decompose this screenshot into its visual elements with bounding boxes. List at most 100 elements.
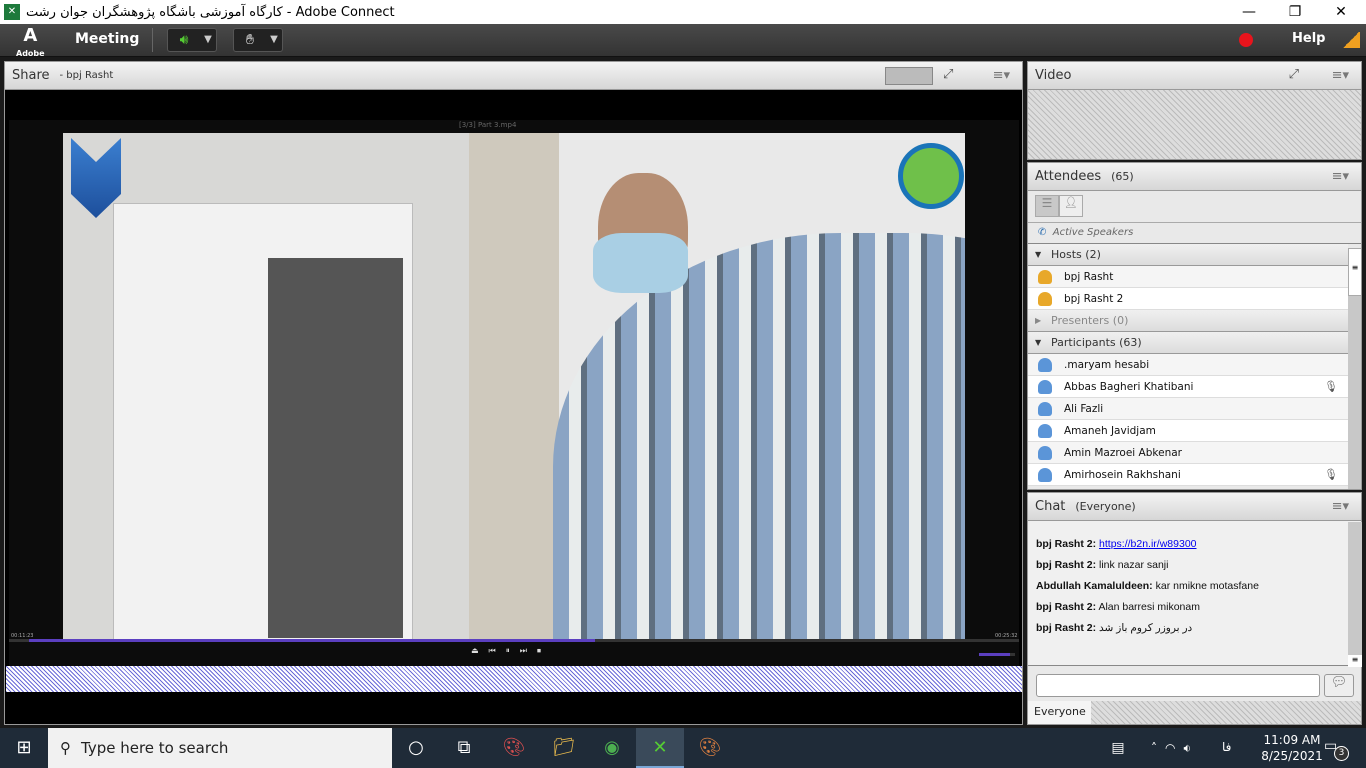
task-view-icon[interactable]: ⧉	[440, 728, 488, 768]
hosts-group[interactable]: ▼ Hosts (2)	[1028, 244, 1348, 266]
chevron-down-icon[interactable]: ▼	[200, 29, 216, 51]
chat-pod: Chat (Everyone) ≡▾ bpj Rasht 2: https://b2…	[1027, 492, 1362, 725]
notifications-icon[interactable]: ▭ 3	[1324, 738, 1349, 761]
pod-menu-icon[interactable]: ≡▾	[1332, 499, 1349, 514]
start-button[interactable]: ⊞	[0, 728, 48, 768]
host-icon	[1038, 291, 1052, 306]
hosts-list: bpj Rasht bpj Rasht 2	[1028, 266, 1348, 310]
collapsed-icon: ▶	[1035, 316, 1042, 325]
list-item[interactable]: Amaneh Javidjam	[1028, 420, 1348, 442]
participants-group[interactable]: ▼ Participants (63)	[1028, 332, 1348, 354]
list-item[interactable]: Abbas Bagheri Khatibani 🎙︎	[1028, 376, 1348, 398]
list-item[interactable]: bpj Rasht 2	[1028, 288, 1348, 310]
list-item[interactable]: Ali Fazli	[1028, 398, 1348, 420]
seek-bar[interactable]	[9, 639, 1019, 642]
tab-everyone[interactable]: Everyone	[1028, 701, 1091, 724]
chat-scope: (Everyone)	[1075, 500, 1136, 513]
meeting-menu[interactable]: Meeting	[75, 31, 139, 47]
list-view-icon[interactable]: ☰	[1035, 195, 1059, 217]
paint-app-icon[interactable]: 🎨︎	[490, 728, 538, 768]
scrollbar[interactable]: ≡	[1348, 248, 1361, 489]
chat-text: Alan barresi mikonam	[1098, 601, 1200, 613]
participant-icon	[1038, 379, 1052, 394]
chat-sender: bpj Rasht 2:	[1036, 538, 1097, 550]
system-tray-icons[interactable]: ˄◠🔉︎	[1130, 728, 1220, 768]
participant-icon	[1038, 401, 1052, 416]
chat-text: link nazar sanji	[1099, 559, 1169, 571]
adobe-connect-taskbar-icon[interactable]: ✕	[636, 728, 684, 768]
expanded-icon: ▼	[1035, 250, 1042, 259]
attendee-list: ▼ Hosts (2) bpj Rasht bpj Rasht 2 ▶ Presen…	[1028, 244, 1348, 486]
chat-message: bpj Rasht 2: link nazar sanji	[1036, 559, 1341, 571]
close-button[interactable]: ✕	[1318, 0, 1364, 24]
playback-controls[interactable]: ⏏⏮⏸⏭⏹	[471, 646, 551, 656]
chat-message: bpj Rasht 2: در بروزر کروم باز شد	[1036, 622, 1341, 634]
chevron-down-icon[interactable]: ▼	[266, 29, 282, 51]
watermark-logo	[898, 143, 964, 209]
total-time: 00:25:32	[995, 633, 1018, 639]
view-mode-toggle[interactable]	[885, 67, 933, 85]
microphone-icon: 🎙︎	[1324, 468, 1338, 481]
language-indicator[interactable]: فا	[1222, 740, 1231, 754]
presenters-group[interactable]: ▶ Presenters (0)	[1028, 310, 1348, 332]
share-pod-header: Share - bpj Rasht ⤢ ≡▾	[5, 62, 1022, 90]
chrome-icon[interactable]: ◉	[588, 728, 636, 768]
adobe-logo: A Adobe	[16, 25, 45, 59]
media-player: [3/3] Part 3.mp4 00:11:23 00:25:32 ⏏⏮⏸⏭⏹	[9, 120, 1019, 666]
paint-app-icon[interactable]: 🎨︎	[686, 728, 734, 768]
app-icon: ✕	[4, 4, 20, 20]
fullscreen-icon[interactable]: ⤢	[1289, 67, 1299, 82]
presenter-person	[553, 233, 965, 639]
chat-sender: bpj Rasht 2:	[1036, 559, 1097, 571]
player-file-label: [3/3] Part 3.mp4	[459, 121, 517, 129]
video-area	[1028, 90, 1361, 159]
title-bar: ✕ کارگاه آموزشی باشگاه پژوهشگران جوان رش…	[0, 0, 1366, 24]
chat-title: Chat	[1035, 499, 1066, 514]
raise-hand-button[interactable]: ✋︎ ▼	[233, 28, 283, 52]
chat-sender: bpj Rasht 2:	[1036, 622, 1097, 634]
attendees-title: Attendees	[1035, 169, 1102, 184]
pod-menu-icon[interactable]: ≡▾	[1332, 68, 1349, 83]
volume-slider[interactable]	[979, 653, 1015, 656]
mobile-participant-icon	[1038, 445, 1052, 460]
chat-message: bpj Rasht 2: Alan barresi mikonam	[1036, 601, 1341, 613]
participant-icon	[1038, 423, 1052, 438]
host-icon	[1038, 269, 1052, 284]
chat-link[interactable]: https://b2n.ir/w89300	[1099, 538, 1196, 550]
chat-input[interactable]	[1036, 674, 1320, 697]
speaker-button[interactable]: 🔊︎ ▼	[167, 28, 217, 52]
chat-text: در بروزر کروم باز شد	[1099, 622, 1193, 634]
window-title: کارگاه آموزشی باشگاه پژوهشگران جوان رشت …	[26, 4, 395, 20]
phone-icon: ✆	[1038, 227, 1047, 238]
speaker-icon: 🔊︎	[179, 32, 189, 48]
detail-view-icon[interactable]: 👤︎	[1059, 195, 1083, 217]
search-box[interactable]: ⚲ Type here to search	[48, 728, 392, 768]
share-pod: Share - bpj Rasht ⤢ ≡▾ [3/3] Part 3.mp4 …	[4, 61, 1023, 725]
pod-menu-icon[interactable]: ≡▾	[993, 68, 1010, 83]
chat-text: kar nmikne motasfane	[1155, 580, 1259, 592]
list-item[interactable]: Amirhosein Rakhshani 🎙︎	[1028, 464, 1348, 486]
view-toggle: ☰ 👤︎	[1028, 191, 1361, 223]
clock[interactable]: 11:09 AM 8/25/2021	[1254, 732, 1330, 764]
chat-tabs: Everyone	[1028, 701, 1361, 724]
maximize-button[interactable]: ❐	[1272, 0, 1318, 24]
search-icon: ⚲	[60, 739, 71, 757]
active-speakers: ✆ Active Speakers	[1028, 223, 1361, 244]
video-pod: Video ⤢ ≡▾	[1027, 61, 1362, 160]
fullscreen-icon[interactable]: ⤢	[943, 67, 953, 82]
chat-message: bpj Rasht 2: https://b2n.ir/w89300	[1036, 538, 1341, 550]
help-menu[interactable]: Help	[1292, 31, 1325, 46]
list-item[interactable]: .maryam hesabi	[1028, 354, 1348, 376]
list-item[interactable]: bpj Rasht	[1028, 266, 1348, 288]
scrollbar[interactable]: ≡	[1348, 522, 1362, 667]
pod-menu-icon[interactable]: ≡▾	[1332, 169, 1349, 184]
video-frame	[63, 133, 965, 639]
cortana-icon[interactable]: ○	[392, 728, 440, 768]
share-presenter: - bpj Rasht	[59, 70, 114, 81]
list-item[interactable]: Amin Mazroei Abkenar	[1028, 442, 1348, 464]
file-explorer-icon[interactable]: 📁︎	[540, 728, 588, 768]
minimize-button[interactable]: —	[1226, 0, 1272, 24]
send-message-button[interactable]: 💬︎	[1324, 674, 1354, 697]
taskbar: ⊞ ⚲ Type here to search ○ ⧉ 🎨︎ 📁︎ ◉ ✕ 🎨︎ …	[0, 728, 1366, 768]
chat-sender: Abdullah Kamaluldeen:	[1036, 580, 1153, 592]
